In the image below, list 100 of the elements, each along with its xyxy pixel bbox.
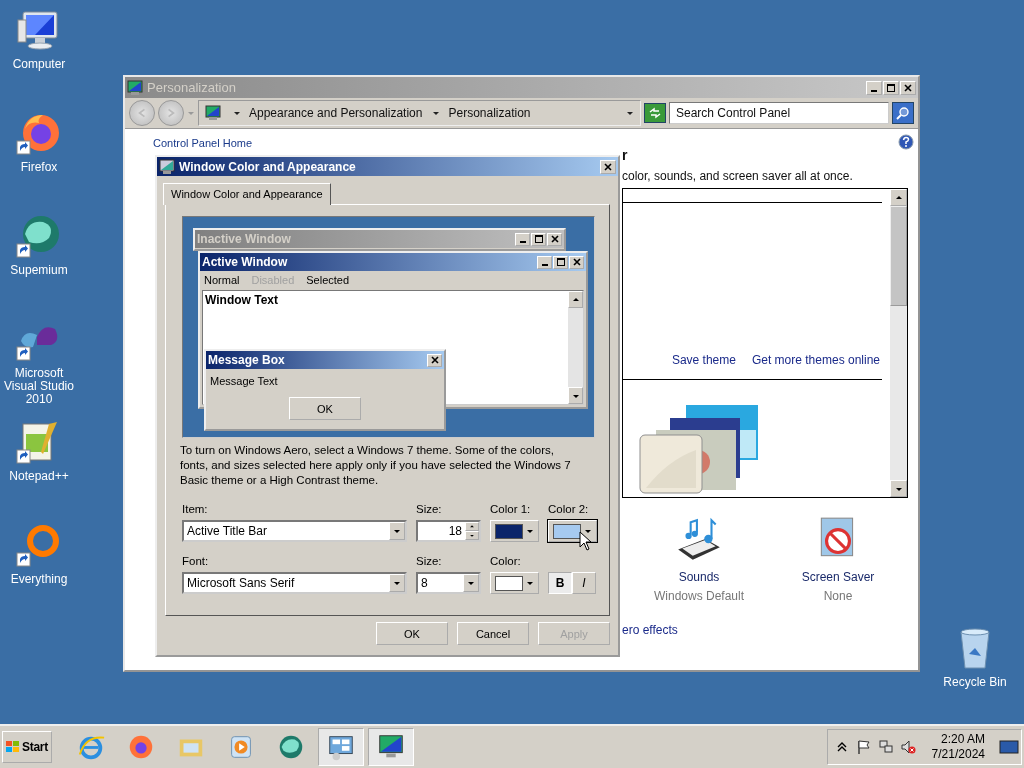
desktop-icon-label[interactable]: Recycle Bin bbox=[937, 676, 1013, 689]
item-dropdown[interactable]: Active Title Bar bbox=[182, 520, 407, 542]
italic-toggle[interactable]: I bbox=[572, 572, 596, 594]
monitor-icon bbox=[205, 105, 221, 121]
close-button[interactable] bbox=[427, 353, 442, 367]
start-button[interactable]: Start bbox=[2, 731, 52, 763]
dropdown-caret-icon[interactable] bbox=[467, 579, 475, 587]
minimize-button[interactable] bbox=[866, 80, 882, 95]
info-text: To turn on Windows Aero, select a Windows 7 theme. Some of the colors, fonts, and sizes selected here apply only if you have selected the Windows 7 Basic theme or a High Contrast theme. bbox=[180, 443, 572, 488]
window-titlebar[interactable]: Active Window bbox=[200, 253, 586, 271]
size-spinner[interactable]: 18 bbox=[416, 520, 481, 542]
clock-time[interactable]: 2:20 AM bbox=[940, 732, 985, 747]
menu-item[interactable]: Normal bbox=[204, 274, 240, 286]
maximize-button[interactable] bbox=[883, 80, 899, 95]
flag-icon[interactable] bbox=[855, 739, 872, 755]
setting-value: None bbox=[823, 589, 853, 603]
show-desktop-icon[interactable] bbox=[999, 739, 1019, 755]
setting-link[interactable]: Sounds bbox=[678, 570, 720, 584]
menu-item[interactable]: Selected bbox=[306, 274, 350, 286]
breadcrumb-item[interactable]: Personalization bbox=[448, 106, 531, 120]
setting-value: Windows Default bbox=[653, 589, 744, 603]
close-icon bbox=[571, 257, 582, 267]
window-title[interactable]: Active Window bbox=[202, 255, 288, 269]
ok-button[interactable]: OK bbox=[289, 397, 361, 420]
close-button[interactable] bbox=[900, 80, 916, 95]
desktop-icon-label[interactable]: Supemium bbox=[1, 264, 77, 277]
maximize-icon bbox=[886, 82, 896, 93]
clock-date[interactable]: 7/21/2024 bbox=[931, 747, 985, 762]
close-icon bbox=[429, 355, 440, 365]
spin-down-icon[interactable] bbox=[469, 533, 475, 538]
caret-icon[interactable] bbox=[432, 109, 441, 117]
caret-icon bbox=[584, 527, 592, 535]
message-box[interactable]: Message Box Message Text OK bbox=[204, 349, 446, 431]
help-icon[interactable] bbox=[898, 134, 914, 150]
minimize-icon bbox=[541, 264, 548, 266]
dialog-button[interactable]: OK bbox=[376, 622, 448, 645]
window-title: Personalization bbox=[147, 80, 237, 95]
desktop-icon-label[interactable]: Notepad++ bbox=[1, 470, 77, 483]
dropdown-caret-icon[interactable] bbox=[393, 579, 401, 587]
window-titlebar[interactable]: Message Box bbox=[206, 351, 444, 369]
address-bar[interactable]: Appearance and Personalization Personalization bbox=[198, 100, 641, 126]
dropdown-caret-icon[interactable] bbox=[393, 527, 401, 535]
refresh-button[interactable] bbox=[644, 103, 666, 123]
close-button[interactable] bbox=[600, 159, 616, 174]
scroll-up-icon[interactable] bbox=[571, 295, 580, 304]
windows-logo-icon bbox=[5, 739, 21, 755]
close-button[interactable] bbox=[569, 255, 584, 269]
monitor-icon bbox=[127, 79, 143, 96]
setting-link[interactable]: Screen Saver bbox=[801, 570, 875, 584]
font-dropdown[interactable]: Microsoft Sans Serif bbox=[182, 572, 407, 594]
caret-icon[interactable] bbox=[626, 109, 634, 117]
field-label: Color: bbox=[490, 555, 522, 569]
bold-toggle[interactable]: B bbox=[548, 572, 572, 594]
color-picker-button[interactable] bbox=[490, 572, 539, 594]
message-text[interactable]: Message Text bbox=[206, 369, 444, 393]
spin-up-icon[interactable] bbox=[469, 524, 475, 529]
maximize-button[interactable] bbox=[553, 255, 568, 269]
scrollbar[interactable] bbox=[890, 189, 907, 497]
page-heading: r bbox=[622, 147, 629, 163]
size-dropdown[interactable]: 8 bbox=[416, 572, 481, 594]
breadcrumb-item[interactable]: Appearance and Personalization bbox=[249, 106, 423, 120]
taskbar-button[interactable] bbox=[318, 728, 364, 766]
theme-link[interactable]: Get more themes online bbox=[751, 353, 880, 367]
network-icon[interactable] bbox=[877, 739, 894, 755]
minimize-icon bbox=[519, 241, 526, 243]
cursor-icon bbox=[579, 531, 591, 551]
close-icon bbox=[603, 161, 613, 172]
nav-link[interactable]: Control Panel Home bbox=[153, 137, 253, 149]
volume-muted-icon[interactable] bbox=[899, 739, 916, 755]
monitor-icon bbox=[159, 158, 175, 175]
field-label: Color 2: bbox=[548, 503, 590, 517]
color-picker-button[interactable] bbox=[490, 520, 539, 542]
desktop-icon-label[interactable]: Microsoft Visual Studio 2010 bbox=[1, 367, 77, 406]
desktop-icon-label[interactable]: Everything bbox=[1, 573, 77, 586]
tab[interactable]: Window Color and Appearance bbox=[163, 183, 331, 205]
scroll-up-icon[interactable] bbox=[894, 193, 903, 202]
search-icon bbox=[895, 105, 911, 121]
scrollbar[interactable] bbox=[568, 291, 583, 404]
search-button[interactable] bbox=[892, 102, 914, 124]
search-field[interactable]: Search Control Panel bbox=[669, 102, 889, 124]
window-text[interactable]: Window Text bbox=[203, 291, 568, 309]
maximize-icon bbox=[555, 257, 566, 267]
field-label: Item: bbox=[182, 503, 209, 517]
color-picker-button[interactable] bbox=[548, 520, 597, 542]
desktop-icon-label[interactable]: Computer bbox=[1, 58, 77, 71]
caret-icon bbox=[526, 579, 534, 587]
field-label: Size: bbox=[416, 555, 443, 569]
close-icon bbox=[549, 234, 560, 244]
dialog-button[interactable]: Cancel bbox=[457, 622, 529, 645]
page-description: color, sounds, and screen saver all at once. bbox=[622, 169, 854, 183]
taskbar-button[interactable] bbox=[368, 728, 414, 766]
theme-link[interactable]: Save theme bbox=[671, 353, 736, 367]
dialog-title: Window Color and Appearance bbox=[179, 159, 357, 174]
close-icon bbox=[903, 82, 913, 93]
minimize-button[interactable] bbox=[537, 255, 552, 269]
refresh-arrows-icon bbox=[647, 105, 663, 121]
window-title[interactable]: Message Box bbox=[208, 353, 285, 367]
settings-link[interactable]: ero effects bbox=[622, 623, 918, 637]
desktop-icon-label[interactable]: Firefox bbox=[1, 161, 77, 174]
caret-icon[interactable] bbox=[233, 109, 241, 117]
